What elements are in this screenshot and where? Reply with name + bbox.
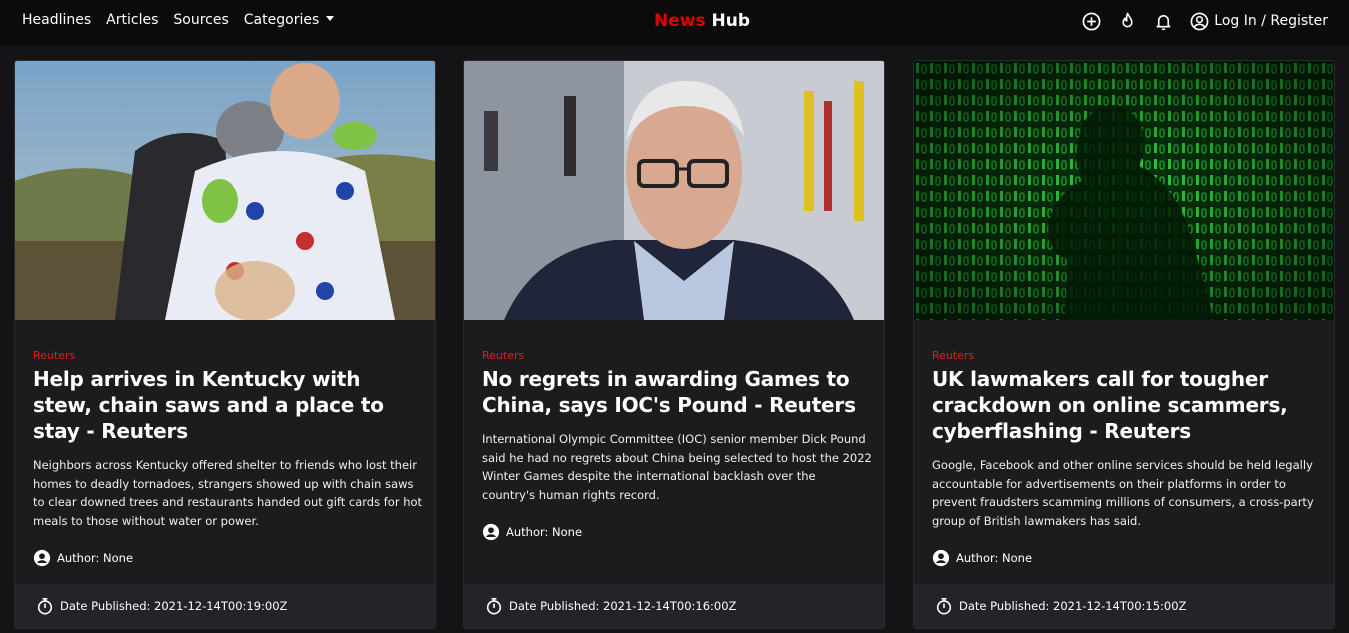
author-label: Author: None xyxy=(57,551,134,565)
brand-logo[interactable]: News Hub xyxy=(654,11,750,31)
article-source[interactable]: Reuters xyxy=(33,349,423,362)
date-label: Date Published: 2021-12-14T00:16:00Z xyxy=(509,599,737,613)
stopwatch-icon xyxy=(37,597,53,615)
author-label: Author: None xyxy=(956,551,1033,565)
article-source[interactable]: Reuters xyxy=(482,349,872,362)
date-label: Date Published: 2021-12-14T00:15:00Z xyxy=(959,599,1187,613)
nav-link-headlines[interactable]: Headlines xyxy=(22,12,91,28)
add-circle-icon[interactable] xyxy=(1081,11,1101,31)
nav-link-articles[interactable]: Articles xyxy=(106,12,158,28)
nav-link-sources[interactable]: Sources xyxy=(173,12,228,28)
article-body: Reuters No regrets in awarding Games to … xyxy=(482,349,872,541)
article-date: Date Published: 2021-12-14T00:16:00Z xyxy=(485,597,736,615)
login-register-link[interactable]: Log In / Register xyxy=(1214,13,1328,29)
article-title[interactable]: Help arrives in Kentucky with stew, chai… xyxy=(33,366,423,444)
article-image[interactable] xyxy=(914,61,1334,320)
article-footer: Date Published: 2021-12-14T00:19:00Z xyxy=(15,584,435,628)
article-date: Date Published: 2021-12-14T00:19:00Z xyxy=(36,597,287,615)
article-description: Google, Facebook and other online servic… xyxy=(932,458,1314,528)
nav-links: Headlines Articles Sources Categories xyxy=(22,12,349,28)
article-description: International Olympic Committee (IOC) se… xyxy=(482,432,872,502)
article-date: Date Published: 2021-12-14T00:15:00Z xyxy=(935,597,1186,615)
article-author: Author: None xyxy=(33,549,423,567)
article-card[interactable]: Reuters No regrets in awarding Games to … xyxy=(463,60,885,629)
author-label: Author: None xyxy=(506,525,583,539)
article-description: Neighbors across Kentucky offered shelte… xyxy=(33,458,423,528)
navbar: Headlines Articles Sources Categories Ne… xyxy=(0,0,1349,45)
user-circle-icon xyxy=(932,549,950,567)
article-card[interactable]: Reuters UK lawmakers call for tougher cr… xyxy=(913,60,1335,629)
fire-icon[interactable] xyxy=(1117,11,1137,31)
article-author: Author: None xyxy=(482,523,872,541)
article-footer: Date Published: 2021-12-14T00:15:00Z xyxy=(914,584,1334,628)
article-card[interactable]: Reuters Help arrives in Kentucky with st… xyxy=(14,60,436,629)
date-label: Date Published: 2021-12-14T00:19:00Z xyxy=(60,599,288,613)
bell-icon[interactable] xyxy=(1153,11,1173,31)
nav-link-categories-dropdown[interactable]: Categories xyxy=(244,12,334,28)
article-title[interactable]: UK lawmakers call for tougher crackdown … xyxy=(932,366,1322,444)
user-circle-icon[interactable] xyxy=(1189,11,1209,31)
article-title[interactable]: No regrets in awarding Games to China, s… xyxy=(482,366,872,418)
user-circle-icon xyxy=(33,549,51,567)
article-body: Reuters Help arrives in Kentucky with st… xyxy=(33,349,423,567)
user-circle-icon xyxy=(482,523,500,541)
article-author: Author: None xyxy=(932,549,1322,567)
article-footer: Date Published: 2021-12-14T00:16:00Z xyxy=(464,584,884,628)
article-image[interactable] xyxy=(464,61,884,320)
article-body: Reuters UK lawmakers call for tougher cr… xyxy=(932,349,1322,567)
brand-news: News xyxy=(654,11,706,31)
article-image[interactable] xyxy=(15,61,435,320)
nav-actions: Log In / Register xyxy=(1065,11,1328,31)
stopwatch-icon xyxy=(936,597,952,615)
stopwatch-icon xyxy=(486,597,502,615)
article-source[interactable]: Reuters xyxy=(932,349,1322,362)
brand-hub: Hub xyxy=(711,11,751,31)
